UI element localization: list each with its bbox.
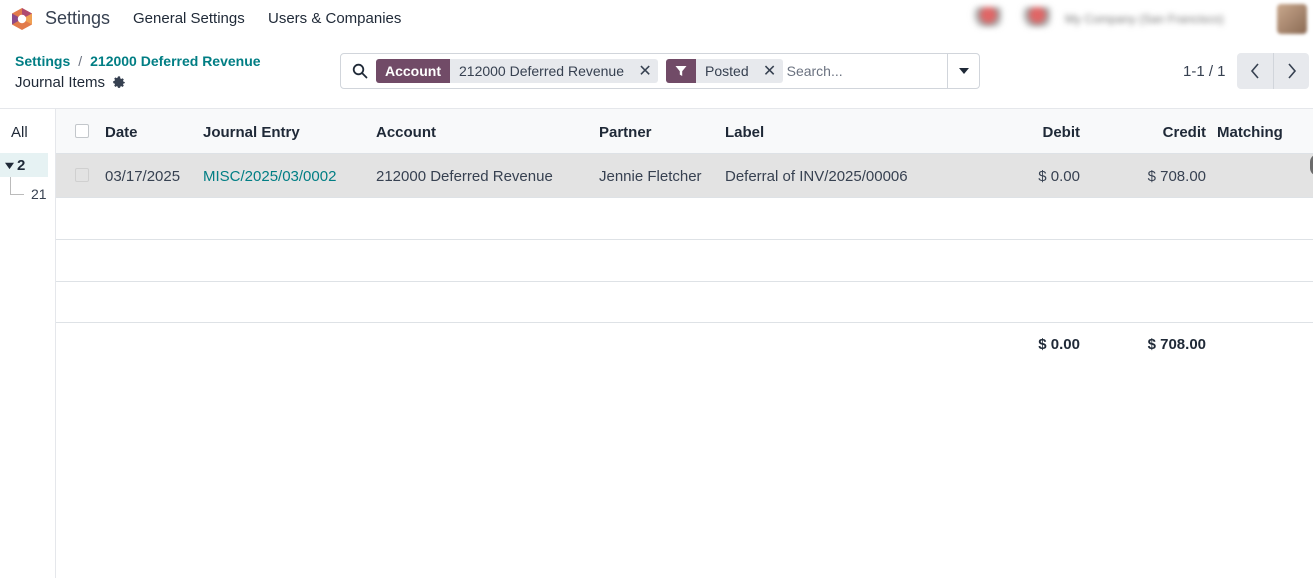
gear-icon[interactable] <box>112 75 126 90</box>
cell-partner: Jennie Fletcher <box>599 168 702 185</box>
breadcrumb-account[interactable]: 212000 Deferred Revenue <box>90 53 260 69</box>
column-header-debit[interactable]: Debit <box>1000 124 1081 141</box>
journal-items-table: Date Journal Entry Account Partner Label… <box>56 109 1313 578</box>
breadcrumb: Settings / 212000 Deferred Revenue <box>15 53 261 69</box>
pager-value[interactable]: 1-1 / 1 <box>1183 63 1226 80</box>
cell-account: 212000 Deferred Revenue <box>376 168 553 185</box>
pager-next-button[interactable] <box>1273 53 1309 89</box>
cell-date: 03/17/2025 <box>105 168 181 185</box>
pager-previous-button[interactable] <box>1237 53 1273 89</box>
select-all-checkbox[interactable] <box>75 124 89 138</box>
search-panel-group[interactable]: 2 <box>0 153 48 177</box>
user-avatar[interactable] <box>1277 4 1307 34</box>
menu-general-settings[interactable]: General Settings <box>133 10 245 27</box>
chevron-left-icon <box>1250 63 1259 79</box>
messaging-icon[interactable] <box>968 7 1002 27</box>
facet-posted-value: Posted <box>705 63 749 79</box>
total-credit: $ 708.00 <box>1147 336 1206 353</box>
cell-credit: $ 708.00 <box>1147 168 1206 185</box>
column-header-partner[interactable]: Partner <box>599 124 652 141</box>
search-input[interactable] <box>786 63 947 79</box>
caret-down-icon[interactable] <box>5 161 14 170</box>
column-header-account[interactable]: Account <box>376 124 436 141</box>
facet-posted: Posted ✕ <box>666 59 783 83</box>
search-bar: Account 212000 Deferred Revenue ✕ Posted… <box>340 53 980 89</box>
cell-debit: $ 0.00 <box>1038 168 1080 185</box>
total-debit: $ 0.00 <box>1038 336 1080 353</box>
empty-row <box>56 240 1313 282</box>
facet-account: Account 212000 Deferred Revenue ✕ <box>376 59 659 83</box>
search-panel: All 2 21 <box>0 109 56 578</box>
column-header-label[interactable]: Label <box>725 124 764 141</box>
breadcrumb-settings[interactable]: Settings <box>15 53 70 69</box>
facet-account-close-icon[interactable]: ✕ <box>632 59 658 83</box>
odoo-logo-icon[interactable] <box>10 7 34 31</box>
column-header-journal-entry[interactable]: Journal Entry <box>203 124 300 141</box>
menu-users-companies[interactable]: Users & Companies <box>268 10 401 27</box>
activity-icon[interactable] <box>1017 7 1051 27</box>
column-header-matching[interactable]: Matching <box>1217 124 1283 141</box>
cell-label: Deferral of INV/2025/00006 <box>725 168 908 185</box>
row-checkbox[interactable] <box>75 168 89 182</box>
search-options-toggle[interactable] <box>947 54 979 88</box>
top-navbar: Settings General Settings Users & Compan… <box>0 0 1313 38</box>
column-header-date[interactable]: Date <box>105 124 138 141</box>
caret-down-icon <box>958 68 969 74</box>
facet-posted-close-icon[interactable]: ✕ <box>757 59 783 83</box>
tree-connector <box>10 177 24 195</box>
column-header-credit[interactable]: Credit <box>1126 124 1206 141</box>
chevron-right-icon <box>1287 63 1296 79</box>
empty-row <box>56 281 1313 323</box>
page-title-text: Journal Items <box>15 74 106 91</box>
cell-journal-entry-link[interactable]: MISC/2025/03/0002 <box>203 168 336 185</box>
empty-row <box>56 198 1313 240</box>
table-header: Date Journal Entry Account Partner Label… <box>56 109 1313 154</box>
app-title[interactable]: Settings <box>45 8 110 29</box>
table-row[interactable]: 03/17/2025 MISC/2025/03/0002 212000 Defe… <box>56 154 1313 198</box>
facet-account-label: Account <box>376 59 450 83</box>
facet-account-value: 212000 Deferred Revenue <box>459 63 625 79</box>
filter-icon <box>666 59 697 83</box>
search-panel-child[interactable]: 21 <box>31 186 47 202</box>
search-icon[interactable] <box>352 63 368 79</box>
search-panel-all[interactable]: All <box>11 124 28 141</box>
page-title: Journal Items <box>15 74 126 91</box>
breadcrumb-separator: / <box>78 53 83 69</box>
company-switcher[interactable]: My Company (San Francisco) <box>1065 12 1224 26</box>
search-panel-group-label: 2 <box>17 156 26 174</box>
